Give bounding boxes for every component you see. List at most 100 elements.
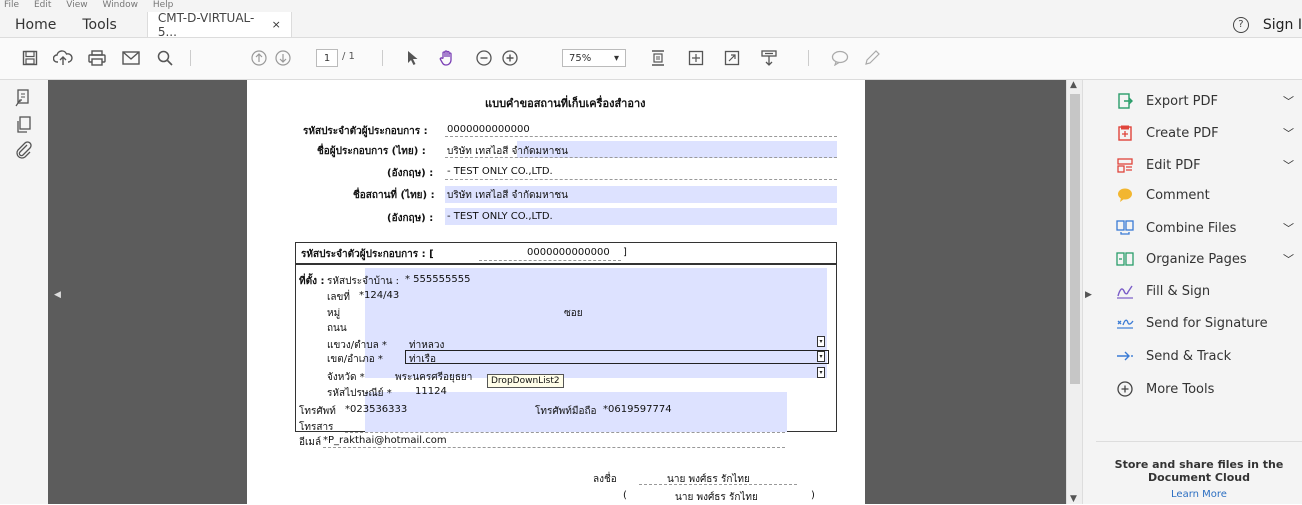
tool-label: Combine Files <box>1146 220 1237 236</box>
chevron-down-icon[interactable]: ﹀ <box>1283 157 1294 173</box>
road-label: ถนน <box>327 323 347 334</box>
tool-label: Fill & Sign <box>1146 283 1211 299</box>
chevron-down-icon[interactable]: ﹀ <box>1283 251 1294 267</box>
vertical-scrollbar[interactable]: ▲ ▼ <box>1066 80 1082 504</box>
pen-icon[interactable] <box>862 47 882 69</box>
collapse-left-panel-icon[interactable]: ◀ <box>54 290 61 300</box>
phone-label: โทรศัพท์ <box>299 406 336 417</box>
search-icon[interactable] <box>154 47 176 69</box>
operator-name-th-label: ชื่อผู้ประกอบการ (ไทย) : <box>317 146 426 157</box>
sign-in-button[interactable]: Sign I <box>1263 17 1302 33</box>
tab-home[interactable]: Home <box>0 12 72 37</box>
combine-files-icon <box>1116 219 1134 237</box>
print-icon[interactable] <box>86 47 108 69</box>
scrollbar-thumb[interactable] <box>1070 94 1080 384</box>
tool-edit-pdf[interactable]: Edit PDF ﹀ <box>1116 154 1294 176</box>
signature-paren-close: ) <box>811 490 815 501</box>
email-icon[interactable] <box>120 47 142 69</box>
zip-value[interactable]: 11124 <box>415 386 447 397</box>
comment-bubble-icon[interactable] <box>830 47 850 69</box>
soi-label: ซอย <box>564 308 583 319</box>
tab-document[interactable]: CMT-D-VIRTUAL-5... × <box>146 10 292 39</box>
upload-cloud-icon[interactable] <box>52 47 74 69</box>
send-track-icon <box>1116 347 1134 365</box>
zoom-value: 75% <box>569 52 592 64</box>
mobile-value[interactable]: *0619597774 <box>603 404 672 415</box>
district-dropdown-icon[interactable]: ▾ <box>817 351 825 362</box>
underline <box>479 260 621 261</box>
tool-export-pdf[interactable]: Export PDF ﹀ <box>1116 90 1294 112</box>
district-label: เขต/อำเภอ * <box>327 354 383 365</box>
fit-page-icon[interactable] <box>648 47 668 69</box>
district-value[interactable]: ท่าเรือ <box>409 352 436 367</box>
chevron-down-icon[interactable]: ﹀ <box>1283 125 1294 141</box>
dropdown-tooltip: DropDownList2 <box>487 374 564 388</box>
province-dropdown-icon[interactable]: ▾ <box>817 367 825 378</box>
email-value[interactable]: *P_rakthai@hotmail.com <box>323 435 447 446</box>
moo-label: หมู่ <box>327 308 341 319</box>
menu-file[interactable]: File <box>4 0 19 10</box>
tool-label: Comment <box>1146 187 1210 203</box>
tool-send-track[interactable]: Send & Track <box>1116 345 1294 367</box>
subdistrict-label: แขวง/ตำบล * <box>327 340 387 351</box>
house-code-value[interactable]: * 555555555 <box>405 274 470 285</box>
export-pdf-icon <box>1116 92 1134 110</box>
attachment-icon[interactable] <box>14 140 34 164</box>
pdf-page: แบบคำขอสถานที่เก็บเครื่องสำอาง รหัสประจำ… <box>247 80 865 504</box>
tool-organize-pages[interactable]: Organize Pages ﹀ <box>1116 248 1294 270</box>
page-number-input[interactable]: 1 <box>316 49 338 67</box>
zoom-out-icon[interactable] <box>474 47 494 69</box>
next-page-icon[interactable] <box>274 47 292 69</box>
signature-paren-open: ( <box>623 490 627 501</box>
place-name-th-value[interactable]: บริษัท เทสไอสี จำกัดมหาชน <box>447 188 568 203</box>
subdistrict-dropdown-icon[interactable]: ▾ <box>817 336 825 347</box>
tool-label: Send for Signature <box>1146 315 1268 331</box>
scroll-up-icon[interactable]: ▲ <box>1070 80 1077 90</box>
tool-more-tools[interactable]: More Tools <box>1116 378 1294 400</box>
previous-page-icon[interactable] <box>250 47 268 69</box>
place-name-en-value[interactable]: - TEST ONLY CO.,LTD. <box>447 211 553 222</box>
expand-right-panel-icon[interactable]: ▶ <box>1085 290 1092 300</box>
toolbar: 1 / 1 75% ▾ <box>0 38 1302 80</box>
chevron-down-icon[interactable]: ﹀ <box>1283 220 1294 236</box>
help-icon[interactable]: ? <box>1232 16 1249 33</box>
mobile-label: โทรศัพท์มือถือ <box>535 406 597 417</box>
menu-help[interactable]: Help <box>153 0 174 10</box>
read-mode-icon[interactable] <box>758 47 780 69</box>
copy-pages-icon[interactable] <box>14 115 34 139</box>
menu-view[interactable]: View <box>66 0 87 10</box>
learn-more-link[interactable]: Learn More <box>1096 488 1302 501</box>
tool-comment[interactable]: Comment <box>1116 184 1294 206</box>
signature-printed-name: นาย พงศ์ธร รักไทย <box>675 492 758 503</box>
house-no-value[interactable]: *124/43 <box>359 290 399 301</box>
phone-value[interactable]: *023536333 <box>345 404 407 415</box>
tab-document-label: CMT-D-VIRTUAL-5... <box>157 10 255 39</box>
page-thumbnails-icon[interactable] <box>14 88 34 112</box>
menu-edit[interactable]: Edit <box>34 0 51 10</box>
send-signature-icon <box>1116 314 1134 332</box>
address-label: ที่ตั้ง : <box>299 276 325 287</box>
district-select[interactable] <box>405 350 829 364</box>
tool-send-for-signature[interactable]: Send for Signature <box>1116 312 1294 334</box>
province-value[interactable]: พระนครศรีอยุธยา <box>395 370 472 385</box>
tool-label: Organize Pages <box>1146 251 1247 267</box>
operator-name-en-label: (อังกฤษ) : <box>387 168 434 179</box>
fit-width-icon[interactable] <box>686 47 706 69</box>
tool-combine-files[interactable]: Combine Files ﹀ <box>1116 217 1294 239</box>
hand-tool-icon[interactable] <box>436 47 458 69</box>
save-icon[interactable] <box>20 47 40 69</box>
select-cursor-icon[interactable] <box>404 47 422 69</box>
tool-create-pdf[interactable]: Create PDF ﹀ <box>1116 122 1294 144</box>
chevron-down-icon[interactable]: ﹀ <box>1283 93 1294 109</box>
menu-window[interactable]: Window <box>102 0 138 10</box>
full-screen-icon[interactable] <box>722 47 742 69</box>
tool-fill-sign[interactable]: Fill & Sign <box>1116 280 1294 302</box>
operator-id-value[interactable]: 0000000000000 <box>447 124 530 135</box>
tab-close-icon[interactable]: × <box>272 18 281 31</box>
zoom-in-icon[interactable] <box>500 47 520 69</box>
scroll-down-icon[interactable]: ▼ <box>1070 494 1077 504</box>
operator-name-en-value[interactable]: - TEST ONLY CO.,LTD. <box>447 166 553 177</box>
zoom-select[interactable]: 75% ▾ <box>562 49 626 67</box>
tab-tools[interactable]: Tools <box>72 12 127 37</box>
box-operator-id-value[interactable]: 0000000000000 <box>527 247 610 258</box>
